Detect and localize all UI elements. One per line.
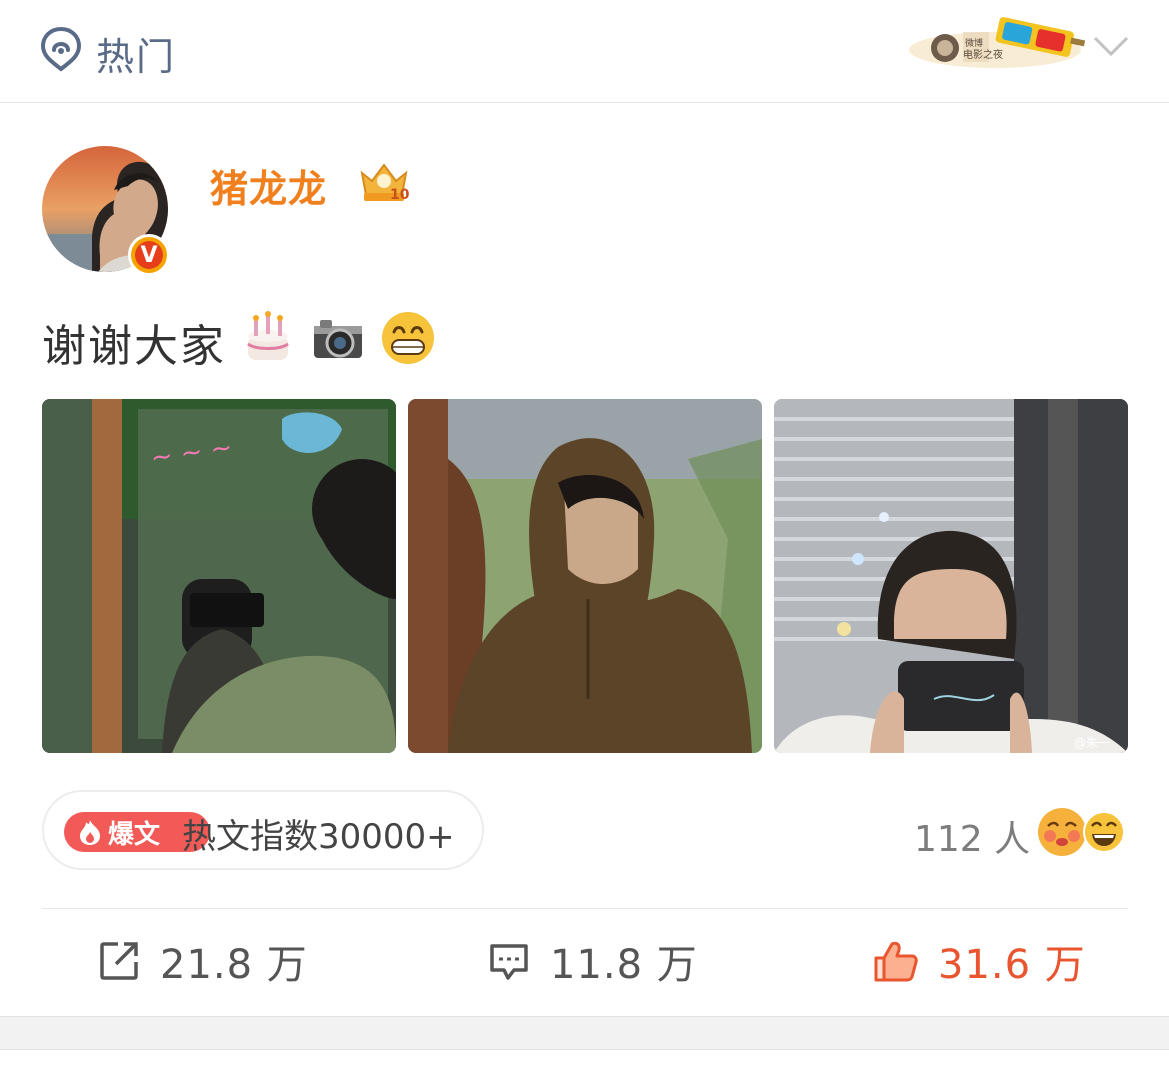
- cake-emoji: [247, 311, 289, 360]
- repost-count: 21.8 万: [160, 942, 308, 988]
- comment-count: 11.8 万: [550, 942, 698, 988]
- thumbs-up-icon: [874, 941, 918, 982]
- crown-level-number: 10: [390, 187, 410, 203]
- like-button[interactable]: 31.6 万: [872, 936, 1086, 988]
- section-separator: [0, 1016, 1169, 1050]
- laugh-face-icon[interactable]: [1082, 810, 1126, 854]
- page-title[interactable]: 热门: [96, 26, 176, 81]
- kiss-face-icon[interactable]: [1036, 806, 1088, 858]
- image-watermark: @朱一: [1074, 736, 1110, 750]
- post-image-3[interactable]: @朱一: [774, 399, 1128, 753]
- post-text: 谢谢大家: [42, 321, 226, 372]
- hot-tag-label: 爆文: [108, 819, 161, 850]
- hot-index-label: 热文指数30000+: [182, 817, 455, 857]
- reaction-count[interactable]: 112 人: [914, 810, 1030, 862]
- hot-location-icon[interactable]: [40, 26, 82, 72]
- post-image-2[interactable]: [408, 399, 762, 753]
- comment-button[interactable]: 11.8 万: [488, 936, 698, 988]
- chevron-down-icon[interactable]: [1092, 34, 1130, 58]
- avatar[interactable]: V: [42, 146, 170, 276]
- flame-icon: [80, 820, 100, 845]
- crown-level-icon[interactable]: 10: [356, 157, 412, 205]
- divider: [42, 908, 1128, 909]
- feed-header: 热门 微博 电影之夜: [0, 0, 1169, 103]
- repost-icon: [100, 942, 138, 980]
- camera-emoji: [314, 320, 362, 358]
- verified-letter: V: [140, 242, 158, 268]
- banner-text-2: 电影之夜: [963, 48, 1003, 61]
- comment-icon: [490, 944, 528, 980]
- banner-text-1: 微博: [965, 37, 983, 49]
- hot-post-badge[interactable]: 爆文 热文指数30000+: [42, 790, 484, 870]
- grin-emoji: [382, 312, 434, 364]
- verified-badge: V: [128, 234, 170, 276]
- username[interactable]: 猪龙龙: [210, 158, 327, 213]
- repost-button[interactable]: 21.8 万: [98, 936, 308, 988]
- movie-night-banner[interactable]: 微博 电影之夜: [905, 6, 1085, 70]
- like-count: 31.6 万: [938, 942, 1086, 988]
- post-image-1[interactable]: ~ ~ ~: [42, 399, 396, 753]
